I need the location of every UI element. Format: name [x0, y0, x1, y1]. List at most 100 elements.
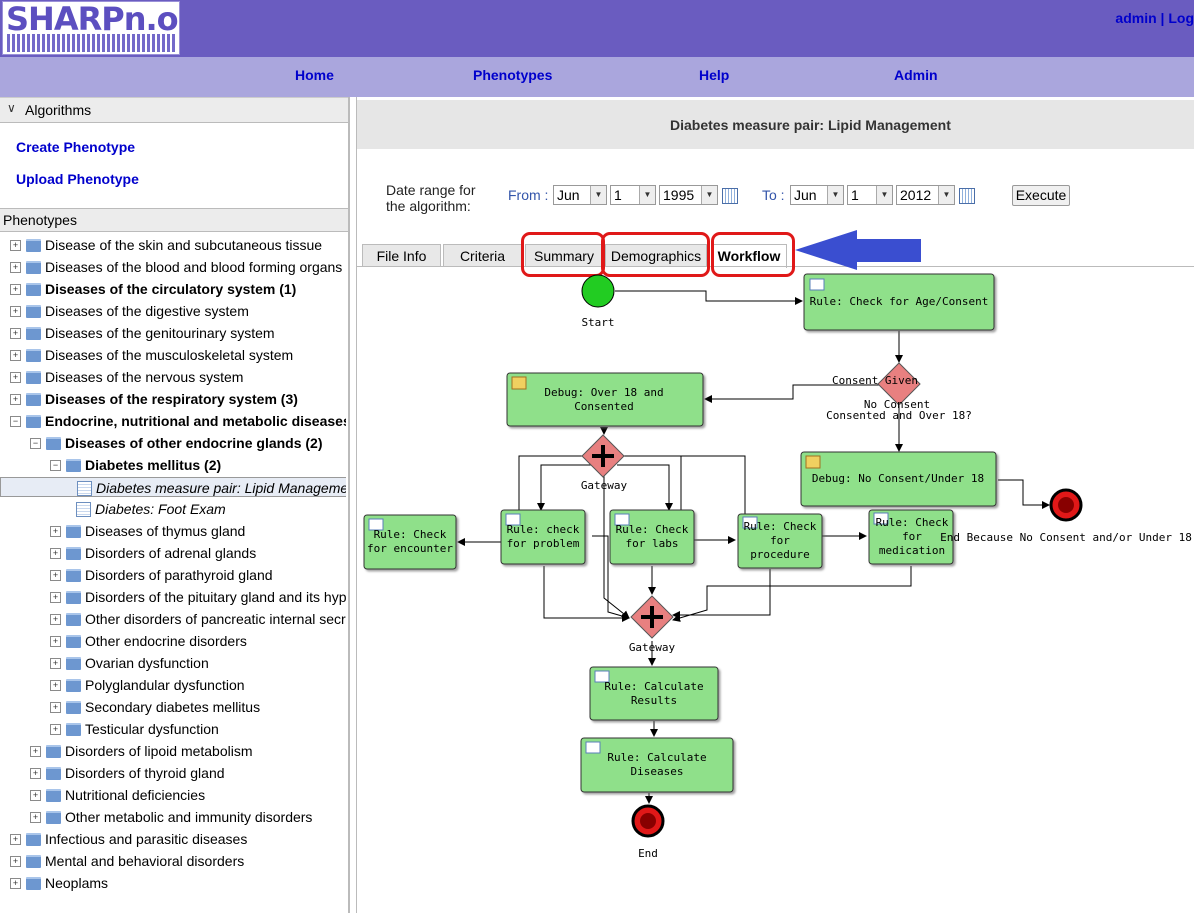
task-check-encounter[interactable]: Rule: Check for encounter: [363, 514, 457, 570]
expand-icon[interactable]: +: [10, 284, 21, 295]
task-calculate-results[interactable]: Rule: Calculate Results: [589, 666, 719, 721]
tree-node[interactable]: + Diseases of the respiratory system (3): [0, 389, 346, 411]
chevron-down-icon[interactable]: ∨: [7, 101, 16, 115]
tree-node[interactable]: + Diseases of the blood and blood forming…: [0, 257, 346, 279]
tree-node[interactable]: + Disorders of parathyroid gland: [0, 565, 346, 587]
expand-icon[interactable]: +: [10, 834, 21, 845]
tree-node[interactable]: + Testicular dysfunction: [0, 719, 346, 741]
tree-node[interactable]: + Disorders of adrenal glands: [0, 543, 346, 565]
tree-node[interactable]: + Polyglandular dysfunction: [0, 675, 346, 697]
create-phenotype-link[interactable]: Create Phenotype: [16, 139, 135, 155]
task-check-procedure[interactable]: Rule: Check for procedure: [737, 513, 823, 569]
expand-icon[interactable]: +: [50, 614, 61, 625]
tree-node[interactable]: + Other metabolic and immunity disorders: [0, 807, 346, 829]
sharpn-logo[interactable]: SHARPn.org: [2, 1, 180, 55]
tree-node[interactable]: + Neoplams: [0, 873, 346, 895]
tree-node[interactable]: + Diseases of the musculoskeletal system: [0, 345, 346, 367]
expand-icon[interactable]: +: [50, 724, 61, 735]
tree-node[interactable]: + Disease of the skin and subcutaneous ti…: [0, 235, 346, 257]
expand-icon[interactable]: +: [10, 878, 21, 889]
expand-icon[interactable]: +: [10, 262, 21, 273]
task-calculate-diseases[interactable]: Rule: Calculate Diseases: [580, 737, 734, 793]
task-debug-over18[interactable]: Debug: Over 18 and Consented: [506, 372, 704, 427]
collapse-icon[interactable]: −: [50, 460, 61, 471]
task-check-problem[interactable]: Rule: check for problem: [500, 509, 586, 565]
tree-node[interactable]: + Disorders of thyroid gland: [0, 763, 346, 785]
task-debug-noconsent[interactable]: Debug: No Consent/Under 18: [800, 451, 997, 507]
task-check-labs[interactable]: Rule: Check for labs: [609, 509, 695, 565]
algorithms-panel-header[interactable]: ∨ Algorithms: [0, 97, 348, 123]
parallel-gateway-join-icon[interactable]: [630, 595, 674, 639]
calendar-icon[interactable]: [722, 188, 738, 204]
from-day-select[interactable]: 1 ▼: [610, 185, 656, 205]
expand-icon[interactable]: +: [50, 680, 61, 691]
task-label: Rule: Check: [374, 528, 447, 541]
to-day-select[interactable]: 1 ▼: [847, 185, 893, 205]
to-month-select[interactable]: Jun ▼: [790, 185, 844, 205]
tree-node[interactable]: + Mental and behavioral disorders: [0, 851, 346, 873]
expand-icon[interactable]: +: [30, 768, 41, 779]
task-check-age[interactable]: Rule: Check for Age/Consent: [803, 273, 995, 331]
folder-icon: [26, 349, 41, 362]
tree-node[interactable]: + Diseases of the circulatory system (1): [0, 279, 346, 301]
expand-icon[interactable]: +: [50, 526, 61, 537]
nav-home[interactable]: Home: [295, 67, 334, 83]
expand-icon[interactable]: +: [30, 812, 41, 823]
tree-node[interactable]: + Nutritional deficiencies: [0, 785, 346, 807]
tree-node[interactable]: + Diseases of the digestive system: [0, 301, 346, 323]
expand-icon[interactable]: +: [10, 372, 21, 383]
collapse-icon[interactable]: −: [30, 438, 41, 449]
expand-icon[interactable]: +: [30, 746, 41, 757]
expand-icon[interactable]: +: [50, 658, 61, 669]
expand-icon[interactable]: +: [50, 636, 61, 647]
expand-icon[interactable]: +: [30, 790, 41, 801]
nav-help[interactable]: Help: [699, 67, 729, 83]
tab-file-info[interactable]: File Info: [362, 244, 441, 267]
tree-node[interactable]: − Endocrine, nutritional and metabolic di…: [0, 411, 346, 433]
calendar-icon[interactable]: [959, 188, 975, 204]
tab-criteria[interactable]: Criteria: [443, 244, 522, 267]
collapse-icon[interactable]: −: [10, 416, 21, 427]
tree-node[interactable]: + Other endocrine disorders: [0, 631, 346, 653]
tree-node[interactable]: + Ovarian dysfunction: [0, 653, 346, 675]
nav-phenotypes[interactable]: Phenotypes: [473, 67, 552, 83]
start-event-icon[interactable]: [581, 274, 615, 308]
expand-icon[interactable]: +: [50, 548, 61, 559]
expand-icon[interactable]: +: [50, 702, 61, 713]
end-event-icon[interactable]: [1049, 488, 1083, 522]
expand-icon[interactable]: +: [10, 306, 21, 317]
expand-icon[interactable]: +: [10, 394, 21, 405]
tree-node[interactable]: + Diseases of the nervous system: [0, 367, 346, 389]
to-year-select[interactable]: 2012 ▼: [896, 185, 955, 205]
tree-node[interactable]: + Diseases of the genitourinary system: [0, 323, 346, 345]
from-month-select[interactable]: Jun ▼: [553, 185, 607, 205]
tree-label: Polyglandular dysfunction: [85, 677, 245, 693]
expand-icon[interactable]: +: [10, 856, 21, 867]
tree-node[interactable]: + Disorders of the pituitary gland and it…: [0, 587, 346, 609]
tree-node[interactable]: − Diseases of other endocrine glands (2): [0, 433, 346, 455]
parallel-gateway-split-icon[interactable]: [581, 434, 625, 478]
expand-icon[interactable]: +: [10, 350, 21, 361]
tree-node[interactable]: + Disorders of lipoid metabolism: [0, 741, 346, 763]
tree-node[interactable]: + Secondary diabetes mellitus: [0, 697, 346, 719]
tree-leaf[interactable]: Diabetes measure pair: Lipid Management: [0, 477, 346, 497]
execute-button[interactable]: Execute: [1012, 185, 1070, 206]
admin-user-link[interactable]: admin: [1115, 10, 1156, 26]
tree-label: Neoplams: [45, 875, 109, 891]
expand-icon[interactable]: +: [50, 592, 61, 603]
tree-label: Nutritional deficiencies: [65, 787, 206, 803]
expand-icon[interactable]: +: [50, 570, 61, 581]
tree-node[interactable]: − Diabetes mellitus (2): [0, 455, 346, 477]
nav-admin[interactable]: Admin: [894, 67, 938, 83]
tree-node[interactable]: + Infectious and parasitic diseases: [0, 829, 346, 851]
end-event-icon[interactable]: [631, 804, 665, 838]
logout-link[interactable]: Log: [1168, 10, 1194, 26]
tree-node[interactable]: + Diseases of thymus gland: [0, 521, 346, 543]
upload-phenotype-link[interactable]: Upload Phenotype: [16, 171, 139, 187]
expand-icon[interactable]: +: [10, 240, 21, 251]
tree-leaf[interactable]: Diabetes: Foot Exam: [0, 499, 346, 521]
task-label: for: [902, 530, 922, 543]
expand-icon[interactable]: +: [10, 328, 21, 339]
tree-node[interactable]: + Other disorders of pancreatic internal …: [0, 609, 346, 631]
from-year-select[interactable]: 1995 ▼: [659, 185, 718, 205]
